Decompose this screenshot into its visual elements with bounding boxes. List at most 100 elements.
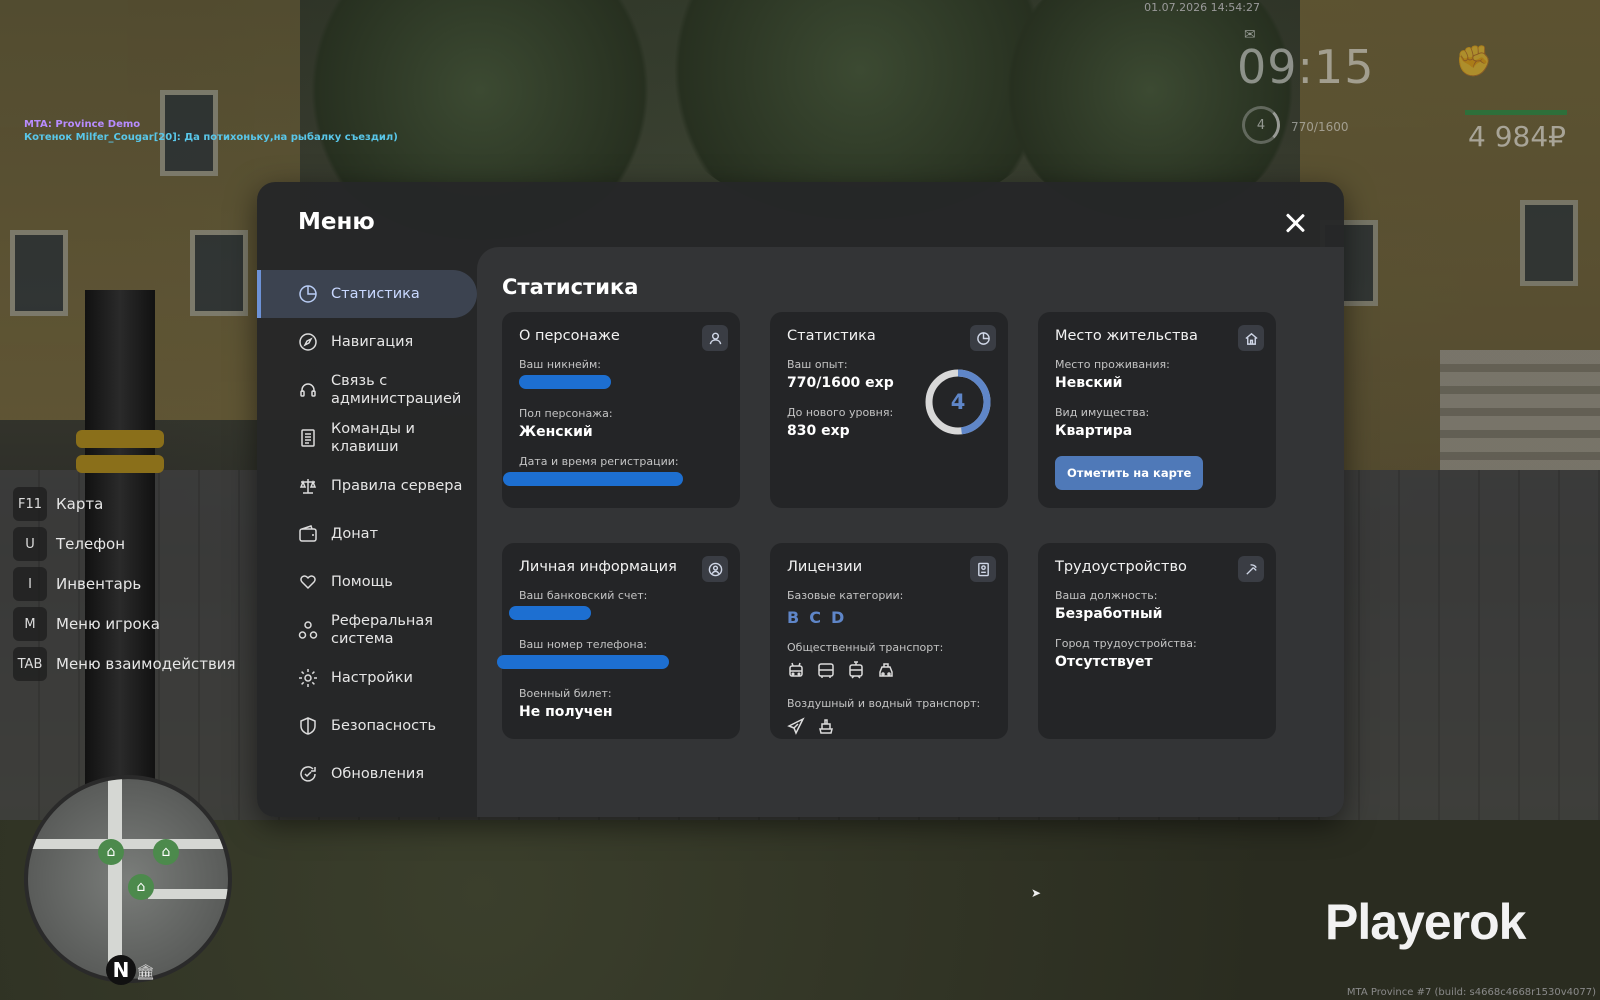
keybind-inventory[interactable]: I Инвентарь — [13, 567, 236, 601]
refresh-check-icon — [298, 764, 318, 784]
house-icon: ⌂ — [98, 839, 124, 865]
hud-level: 4 — [1256, 117, 1266, 133]
sidebar-item-commands[interactable]: Команды и клавиши — [257, 414, 477, 462]
position-value: Безработный — [1055, 606, 1163, 622]
bank-account-redacted — [509, 606, 723, 624]
menu-title: Меню — [298, 209, 375, 235]
field-label: Ваш банковский счет: — [519, 589, 648, 602]
keybind-key: M — [13, 607, 47, 641]
license-categories: B C D — [787, 608, 991, 627]
card-title: Лицензии — [787, 559, 863, 575]
field-label: Военный билет: — [519, 687, 612, 700]
build-info: MTA Province #7 (build: s4668c4668r1530v… — [1346, 987, 1596, 998]
card-personal-info: Личная информация Ваш банковский счет: В… — [497, 543, 740, 739]
sidebar-item-label: Реферальная система — [331, 613, 433, 647]
keybind-label: Телефон — [56, 535, 126, 553]
keybind-key: TAB — [13, 647, 47, 681]
sidebar-item-admin-contact[interactable]: Связь с администрацией — [257, 366, 477, 414]
menu-window: Меню Статистика Навигация Связь с админи… — [257, 182, 1344, 817]
trolleybus-icon — [787, 661, 805, 683]
sidebar-item-settings[interactable]: Настройки — [257, 654, 477, 702]
house-icon — [1238, 325, 1264, 351]
mark-on-map-button[interactable]: Отметить на карте — [1055, 456, 1204, 490]
keybind-interaction-menu[interactable]: TAB Меню взаимодействия — [13, 647, 236, 681]
sidebar-item-label: Помощь — [331, 574, 393, 590]
keybind-key: U — [13, 527, 47, 561]
card-title: Статистика — [787, 328, 876, 344]
gender-value: Женский — [519, 424, 593, 440]
keybind-list: F11 Карта U Телефон I Инвентарь M Меню и… — [13, 487, 236, 687]
taxi-icon — [877, 661, 895, 683]
sidebar-item-label: Обновления — [331, 766, 425, 782]
sidebar-item-label: Навигация — [331, 334, 414, 350]
field-label: Общественный транспорт: — [787, 641, 944, 654]
wallet-icon — [298, 524, 318, 544]
chat-log: MTA: Province Demo Котенок Milfer_Cougar… — [24, 118, 398, 144]
sidebar-item-statistics[interactable]: Статистика — [257, 270, 477, 318]
sidebar-item-donate[interactable]: Донат — [257, 510, 477, 558]
field-label: Ваша должность: — [1055, 589, 1158, 602]
hud-money: 4 984₽ — [1468, 120, 1566, 153]
public-transport-icons — [787, 661, 991, 683]
keybind-player-menu[interactable]: M Меню игрока — [13, 607, 236, 641]
minimap-road — [108, 779, 122, 979]
heart-hands-icon — [298, 572, 318, 592]
keybind-label: Инвентарь — [56, 575, 142, 593]
close-icon[interactable] — [1280, 208, 1310, 238]
field-label: Дата и время регистрации: — [519, 455, 679, 468]
boat-icon — [817, 717, 835, 739]
card-title: Место жительства — [1055, 328, 1198, 344]
menu-sidebar: Статистика Навигация Связь с администрац… — [257, 270, 477, 798]
keybind-label: Карта — [56, 495, 104, 513]
regdate-redacted — [503, 472, 723, 490]
tram-icon — [847, 661, 865, 683]
field-label: Место проживания: — [1055, 358, 1170, 371]
sidebar-item-label: Донат — [331, 526, 379, 542]
field-label: Ваш номер телефона: — [519, 638, 648, 651]
sidebar-item-referral[interactable]: Реферальная система — [257, 606, 477, 654]
sidebar-item-label: Безопасность — [331, 718, 437, 734]
document-icon — [298, 428, 318, 448]
field-label: Пол персонажа: — [519, 407, 613, 420]
property-value: Квартира — [1055, 423, 1133, 439]
house-icon: ⌂ — [128, 874, 154, 900]
user-icon — [702, 325, 728, 351]
stairs — [1440, 350, 1600, 470]
sidebar-item-updates[interactable]: Обновления — [257, 750, 477, 798]
health-bar — [1465, 110, 1567, 115]
sidebar-item-rules[interactable]: Правила сервера — [257, 462, 477, 510]
pickaxe-icon — [1238, 556, 1264, 582]
field-label: Воздушный и водный транспорт: — [787, 697, 981, 710]
keybind-phone[interactable]: U Телефон — [13, 527, 236, 561]
license-category: D — [830, 608, 845, 627]
hud-datetime: 01.07.2026 14:54:27 — [1144, 1, 1260, 14]
pole-ring — [76, 430, 164, 448]
compass-icon — [298, 332, 318, 352]
fist-icon: ✊ — [1455, 44, 1493, 79]
card-title: Личная информация — [519, 559, 677, 575]
employment-city-value: Отсутствует — [1055, 654, 1153, 670]
sidebar-item-label: Правила сервера — [331, 478, 463, 494]
watermark: Playerok — [1325, 894, 1526, 950]
chat-line: Котенок Milfer_Cougar[20]: Да потихоньку… — [24, 132, 398, 143]
field-label: Город трудоустройства: — [1055, 637, 1197, 650]
sidebar-item-label: Связь с администрацией — [331, 373, 462, 407]
chat-line: MTA: Province Demo — [24, 119, 141, 130]
person-circle-icon — [702, 556, 728, 582]
headset-icon — [298, 380, 318, 400]
window — [190, 230, 248, 316]
minimap[interactable]: ⌂ ⌂ ⌂ — [24, 775, 232, 983]
hud-clock: 09:15 — [1237, 40, 1375, 94]
air-water-transport-icons — [787, 717, 991, 739]
sidebar-item-help[interactable]: Помощь — [257, 558, 477, 606]
military-id-value: Не получен — [519, 704, 613, 720]
card-title: Трудоустройство — [1055, 559, 1187, 575]
bank-icon: 🏛 — [136, 963, 156, 981]
sidebar-item-security[interactable]: Безопасность — [257, 702, 477, 750]
sidebar-item-navigation[interactable]: Навигация — [257, 318, 477, 366]
field-label: Базовые категории: — [787, 589, 904, 602]
pie-chart-icon — [298, 284, 318, 304]
phone-redacted — [497, 655, 723, 673]
keybind-map[interactable]: F11 Карта — [13, 487, 236, 521]
field-label: Ваш никнейм: — [519, 358, 601, 371]
